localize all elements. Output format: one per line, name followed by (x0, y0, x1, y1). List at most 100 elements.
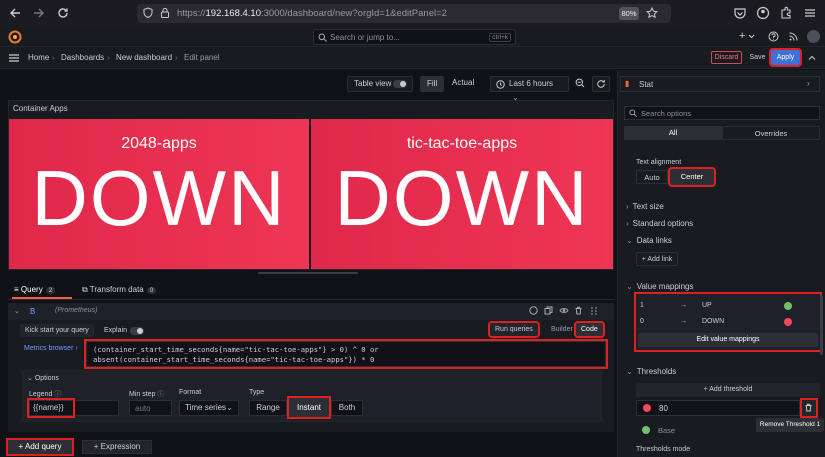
apply-button[interactable]: Apply (769, 48, 802, 67)
pocket-icon[interactable] (733, 6, 747, 20)
query-code-editor[interactable]: (container_start_time_seconds{name="tic-… (84, 339, 608, 369)
menu-icon[interactable] (803, 6, 817, 20)
reload-icon[interactable] (56, 6, 70, 20)
forward-arrow-icon[interactable] (32, 6, 46, 20)
grafana-logo-icon[interactable] (8, 30, 22, 44)
duplicate-icon[interactable] (544, 306, 553, 315)
add-link-button[interactable]: + Add link (636, 252, 678, 266)
hamburger-menu-icon[interactable] (8, 52, 20, 64)
zoom-level[interactable]: 80% (619, 7, 639, 20)
threshold-value[interactable]: 80 (659, 404, 668, 413)
min-step-label: Min step ⓘ (129, 389, 164, 399)
help-icon[interactable] (529, 306, 538, 315)
address-bar[interactable]: https://192.168.4.10:3000/dashboard/new?… (137, 4, 671, 23)
section-standard-options[interactable]: › Standard options (626, 219, 693, 228)
min-step-input[interactable] (129, 400, 172, 416)
align-center-button[interactable]: Center (668, 167, 716, 187)
metrics-browser-button[interactable]: Metrics browser › (24, 345, 78, 352)
query-ref-id[interactable]: B (30, 307, 35, 316)
align-auto-button[interactable]: Auto (636, 170, 668, 184)
search-placeholder: Search or jump to... (330, 33, 400, 42)
lock-icon[interactable] (159, 7, 171, 19)
save-button[interactable]: Save (747, 51, 768, 64)
tab-all[interactable]: All (624, 126, 722, 140)
stat-icon: ▮ (625, 79, 630, 88)
section-data-links[interactable]: ⌄ Data links (626, 236, 672, 245)
zoom-out-icon[interactable] (572, 76, 588, 92)
explain-toggle[interactable] (130, 327, 144, 335)
section-thresholds[interactable]: ⌄ Thresholds (626, 367, 676, 376)
legend-value[interactable]: {{name}} (27, 398, 75, 418)
discard-button[interactable]: Discard (711, 51, 742, 64)
search-options-input[interactable]: Search options (624, 106, 820, 120)
edit-value-mappings-button[interactable]: Edit value mappings (638, 333, 818, 347)
threshold-color-dot[interactable] (643, 404, 651, 412)
builder-button[interactable]: Builder (546, 323, 578, 336)
run-queries-button[interactable]: Run queries (488, 321, 540, 338)
refresh-icon[interactable] (592, 76, 610, 92)
min-step-label-text: Min step (129, 391, 156, 398)
account-icon[interactable] (756, 6, 770, 20)
search-bar[interactable]: Search or jump to... ctrl+k (313, 29, 516, 45)
query-row-header[interactable]: ⌄ B (Prometheus) (8, 303, 614, 320)
type-both-button[interactable]: Both (331, 400, 363, 416)
toggle-switch[interactable] (393, 80, 407, 88)
options-header[interactable]: ⌄ Options (27, 374, 59, 382)
bookmark-star-icon[interactable] (646, 7, 658, 19)
breadcrumb-separator: › (52, 53, 55, 62)
resize-handle[interactable] (258, 272, 358, 274)
breadcrumb-home[interactable]: Home (28, 53, 49, 62)
breadcrumb-bar: Home › Dashboards › New dashboard › Edit… (0, 47, 825, 69)
type-range-button[interactable]: Range (249, 400, 287, 416)
back-arrow-icon[interactable] (8, 6, 22, 20)
drag-handle-icon[interactable] (590, 306, 598, 316)
chevron-up-icon[interactable] (808, 54, 816, 62)
breadcrumb-new-dashboard[interactable]: New dashboard (116, 53, 172, 62)
mapping-color-dot (784, 318, 792, 326)
tab-query[interactable]: ≡ Query 2 (14, 285, 56, 294)
section-value-mappings[interactable]: ⌄ Value mappings (626, 282, 693, 291)
legend-label: Legend ⓘ (29, 389, 61, 399)
new-plus-button[interactable]: + (739, 30, 745, 42)
base-color-dot[interactable] (642, 426, 650, 434)
code-button[interactable]: Code (574, 321, 605, 338)
shield-icon[interactable] (142, 7, 154, 19)
expression-button[interactable]: + Expression (82, 440, 152, 454)
options-scrollbar[interactable] (820, 295, 823, 355)
section-text-size[interactable]: › Text size (626, 202, 664, 211)
query-expression[interactable]: (container_start_time_seconds{name="tic-… (93, 345, 533, 365)
database-icon: ≡ (14, 285, 19, 294)
format-select[interactable]: Time series ⌄ (179, 400, 239, 416)
add-threshold-button[interactable]: + Add threshold (636, 383, 820, 397)
help-icon[interactable] (768, 31, 779, 42)
search-icon (629, 109, 637, 117)
threshold-row[interactable]: 80 (636, 400, 800, 416)
legend-input[interactable]: {{name}} (27, 398, 119, 418)
extensions-icon[interactable] (779, 6, 793, 20)
base-label: Base (658, 426, 676, 435)
actual-button[interactable]: Actual (446, 76, 480, 92)
mapping-value: 0 (640, 318, 644, 325)
grafana-topbar: Search or jump to... ctrl+k + (0, 27, 825, 47)
rss-news-icon[interactable] (788, 31, 799, 42)
table-view-toggle[interactable]: Table view (347, 76, 413, 92)
chevron-down-icon[interactable] (748, 33, 755, 40)
type-instant-button[interactable]: Instant (287, 396, 331, 419)
tab-transform-data[interactable]: ⧉ Transform data 0 (82, 285, 157, 295)
user-avatar[interactable] (807, 30, 820, 43)
time-range-picker[interactable]: Last 6 hours ⌄ (490, 76, 569, 102)
add-query-button[interactable]: + Add query (6, 438, 74, 456)
browser-toolbar: https://192.168.4.10:3000/dashboard/new?… (0, 0, 825, 27)
breadcrumb-separator: › (175, 53, 178, 62)
collapse-chevron-icon[interactable]: ⌄ (14, 307, 20, 315)
kick-start-button[interactable]: Kick start your query (20, 324, 94, 337)
fill-button[interactable]: Fill (420, 76, 445, 92)
tab-overrides[interactable]: Overrides (722, 126, 820, 140)
trash-icon[interactable] (574, 306, 583, 315)
add-query-label: Add query (24, 442, 62, 451)
remove-threshold-button[interactable] (800, 398, 818, 418)
visualization-picker[interactable]: ▮ Stat › (620, 76, 820, 92)
eye-icon[interactable] (559, 306, 569, 315)
breadcrumb-dashboards[interactable]: Dashboards (61, 53, 104, 62)
chevron-right-icon: › (807, 79, 810, 88)
